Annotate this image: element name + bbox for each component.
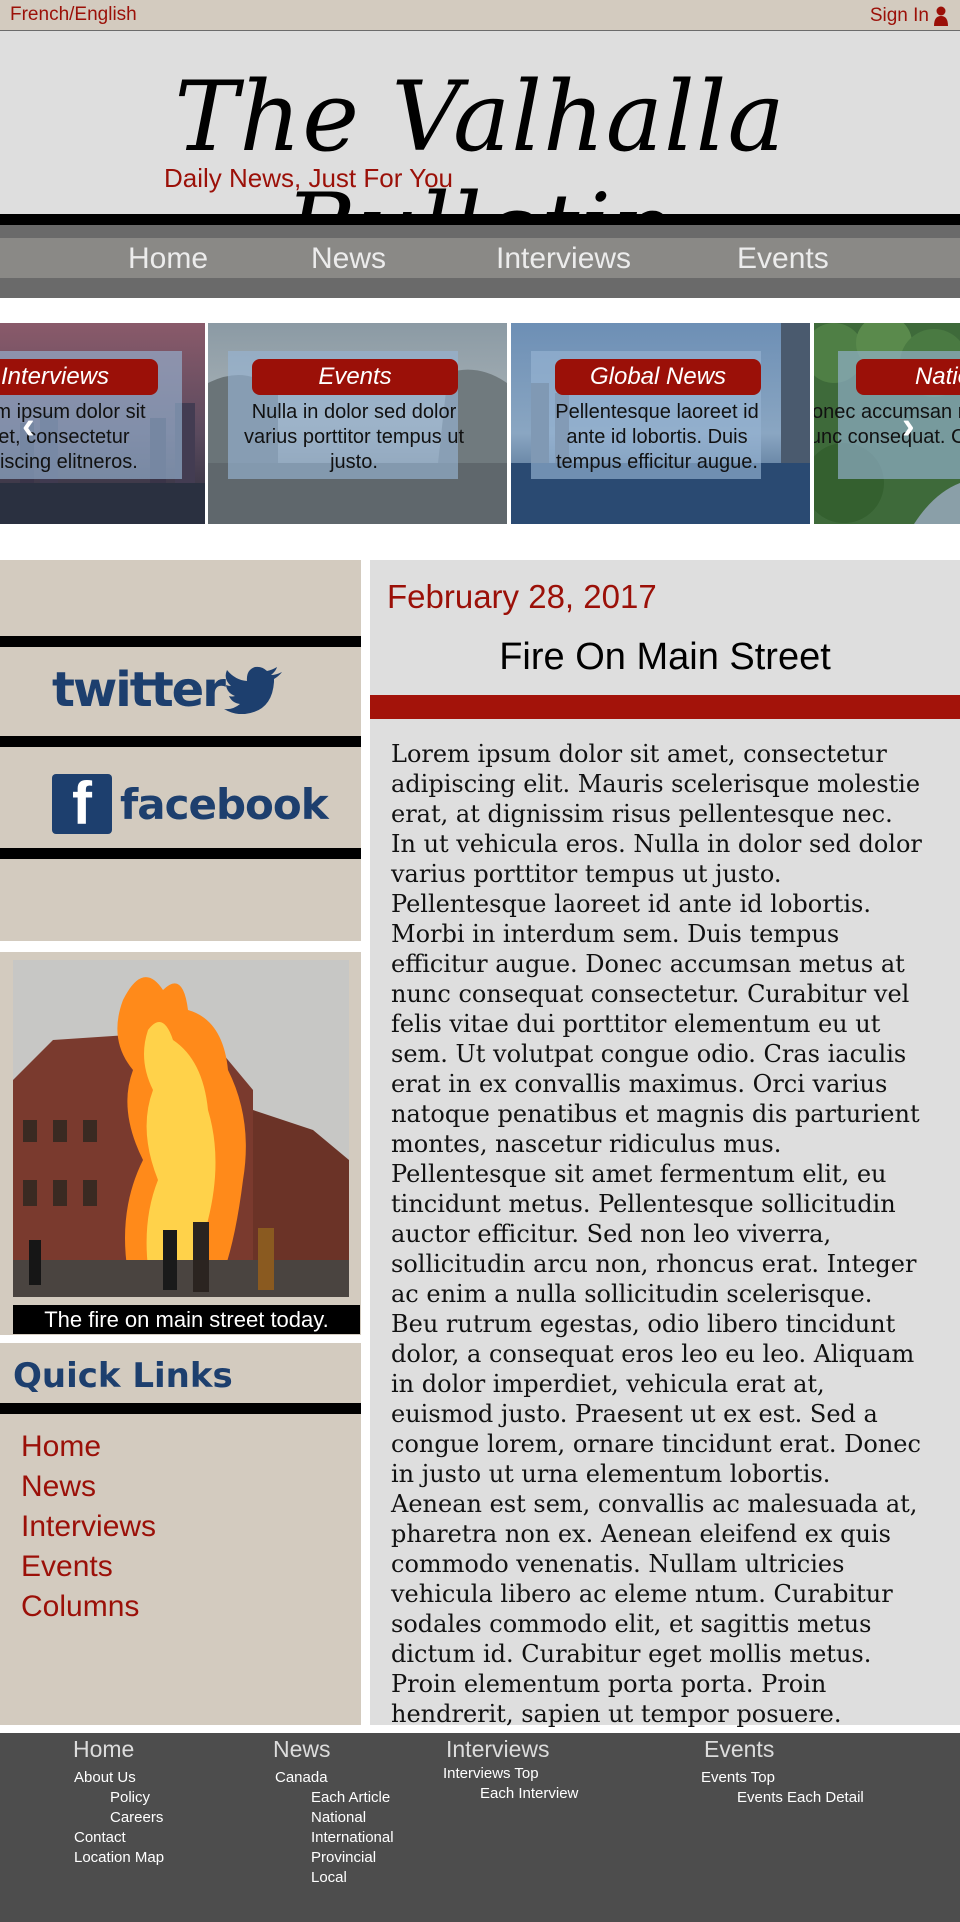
footer-link[interactable]: Canada — [275, 1769, 328, 1786]
twitter-link[interactable]: twitter — [52, 662, 284, 718]
footer-heading-news[interactable]: News — [273, 1736, 331, 1763]
twitter-wordmark: twitter — [52, 662, 226, 718]
facebook-link[interactable]: f facebook — [52, 774, 329, 834]
social-divider — [0, 736, 361, 747]
footer-link[interactable]: National — [311, 1809, 366, 1826]
carousel-slide[interactable]: Events Nulla in dolor sed dolor varius p… — [208, 323, 507, 524]
facebook-logo-icon: f — [52, 774, 112, 834]
nav-divider — [0, 278, 960, 298]
social-divider — [0, 636, 361, 647]
carousel-slide[interactable]: National Donec accumsan metus at nunc co… — [814, 323, 960, 524]
chevron-left-icon[interactable]: ‹ — [22, 405, 35, 448]
footer-link[interactable]: Policy — [110, 1789, 150, 1806]
top-bar: French/English Sign In — [0, 0, 960, 31]
quick-link-interviews[interactable]: Interviews — [21, 1510, 156, 1544]
nav-news[interactable]: News — [311, 242, 386, 276]
nav-interviews[interactable]: Interviews — [496, 242, 631, 276]
article-paragraph: Beu rutrum egestas, odio libero tincidun… — [391, 1310, 921, 1728]
footer-link[interactable]: International — [311, 1829, 394, 1846]
main-nav: Home News Interviews Events — [0, 238, 960, 278]
footer-link[interactable]: Provincial — [311, 1849, 376, 1866]
footer-link[interactable]: Local — [311, 1869, 347, 1886]
slide-text: Pellentesque laoreet id ante id lobortis… — [555, 401, 759, 473]
slide-label: Events — [252, 359, 458, 395]
footer-link[interactable]: Each Interview — [480, 1785, 578, 1802]
footer-link[interactable]: Location Map — [74, 1849, 164, 1866]
language-toggle[interactable]: French/English — [10, 4, 137, 26]
quick-link-news[interactable]: News — [21, 1470, 96, 1504]
photo-caption: The fire on main street today. — [13, 1305, 360, 1334]
footer-link[interactable]: Careers — [110, 1809, 163, 1826]
article-paragraph: Lorem ipsum dolor sit amet, consectetur … — [391, 740, 922, 1308]
footer-heading-events[interactable]: Events — [704, 1736, 774, 1763]
masthead: The Valhalla Bulletin Daily News, Just F… — [0, 31, 960, 285]
carousel-slide[interactable]: Global News Pellentesque laoreet id ante… — [511, 323, 810, 524]
footer-heading-home[interactable]: Home — [73, 1736, 134, 1763]
footer-link[interactable]: Events Top — [701, 1769, 775, 1786]
article-headline: Fire On Main Street — [499, 636, 831, 678]
sign-in-link[interactable]: Sign In — [870, 5, 948, 27]
site-tagline: Daily News, Just For You — [164, 163, 454, 193]
quick-link-columns[interactable]: Columns — [21, 1590, 139, 1624]
user-icon — [934, 6, 948, 26]
headline-divider — [370, 695, 960, 719]
nav-events[interactable]: Events — [737, 242, 829, 276]
slide-label: National — [856, 359, 960, 395]
quick-links-divider — [0, 1403, 361, 1414]
quick-link-events[interactable]: Events — [21, 1550, 113, 1584]
social-links-panel — [0, 560, 361, 941]
slide-text: Donec accumsan metus at nunc consequat. … — [814, 401, 960, 448]
news-carousel: Interviews Lorem ipsum dolor sit amet, c… — [0, 323, 960, 524]
slide-label: Interviews — [0, 359, 158, 395]
slide-label: Global News — [555, 359, 761, 395]
footer-link[interactable]: About Us — [74, 1769, 136, 1786]
footer-link[interactable]: Events Each Detail — [737, 1789, 864, 1806]
fire-photo-image — [13, 960, 349, 1297]
twitter-bird-icon — [223, 666, 282, 714]
quick-link-home[interactable]: Home — [21, 1430, 101, 1464]
nav-home[interactable]: Home — [128, 242, 208, 276]
slide-text: Nulla in dolor sed dolor varius porttito… — [243, 401, 465, 473]
facebook-wordmark: facebook — [120, 779, 329, 829]
quick-links-title: Quick Links — [13, 1356, 233, 1396]
social-divider — [0, 848, 361, 859]
footer-link[interactable]: Contact — [74, 1829, 126, 1846]
footer-heading-interviews[interactable]: Interviews — [446, 1736, 550, 1763]
masthead-divider — [0, 214, 960, 225]
sign-in-label: Sign In — [869, 5, 929, 26]
footer-link[interactable]: Interviews Top — [443, 1765, 539, 1782]
masthead-divider-gray — [0, 225, 960, 238]
article-date: February 28, 2017 — [387, 578, 657, 615]
footer-link[interactable]: Each Article — [311, 1789, 390, 1806]
fire-photo — [13, 960, 349, 1297]
chevron-right-icon[interactable]: › — [902, 405, 915, 448]
